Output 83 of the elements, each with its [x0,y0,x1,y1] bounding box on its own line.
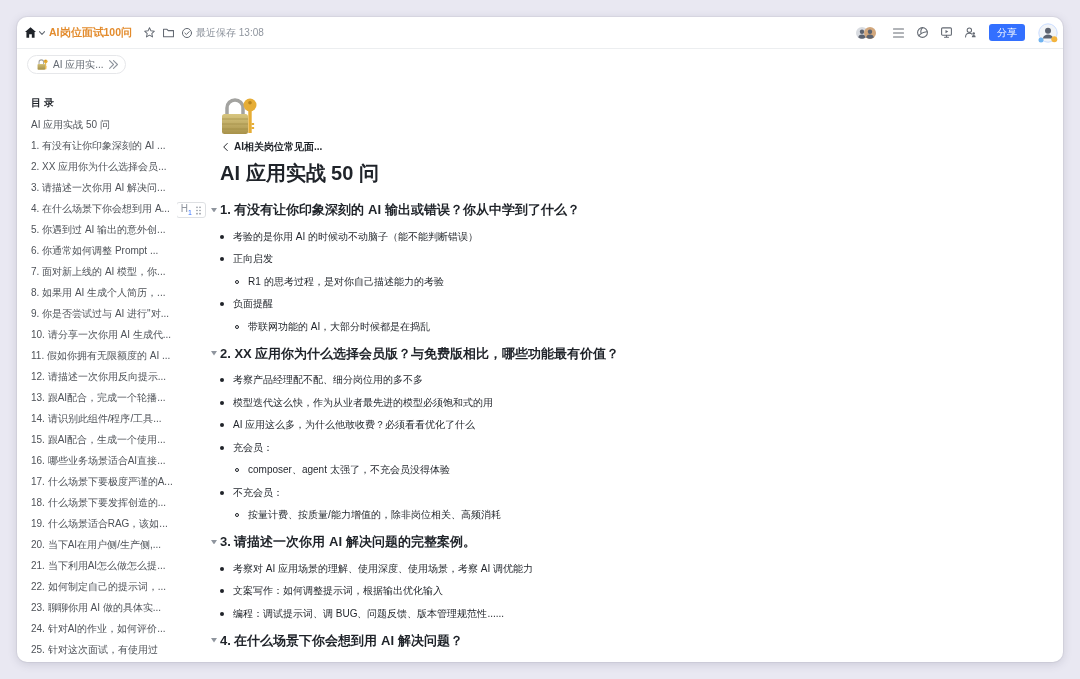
theme-icon[interactable] [917,27,928,38]
bullet-text: 按量计费、按质量/能力增值的，除非岗位相关、高频消耗 [248,508,501,523]
home-icon[interactable] [25,27,36,38]
bullet-text: 编程：调试提示词、调 BUG、问题反馈、版本管理规范性...... [233,606,505,621]
outline-item[interactable]: 20. 当下AI在用户侧/生产侧,... [27,534,166,555]
bullet-text: 考察产品经理配不配、细分岗位用的多不多 [233,373,423,388]
outline-item[interactable]: 3. 请描述一次你用 AI 解决问... [27,177,170,198]
section-heading: 4. 在什么场景下你会想到用 AI 解决问题？ [220,631,463,650]
bullet-icon [220,302,224,307]
section-heading: 2. XX 应用你为什么选择会员版？与免费版相比，哪些功能最有价值？ [220,344,620,363]
bullet-text: 带联网功能的 AI，大部分时候都是在捣乱 [248,319,431,334]
document-title: AI岗位面试100问 [49,25,133,40]
outline-item[interactable]: 22. 如何制定自己的提示词，... [27,576,170,597]
bullet-icon [220,589,224,594]
drag-dots-icon[interactable] [196,205,201,215]
bullet-text: 充会员： [233,440,273,455]
outline-item[interactable]: 11. 假如你拥有无限额度的 AI ... [27,345,175,366]
bullet-icon [220,445,224,450]
outline-item[interactable]: 18. 什么场景下要发挥创造的... [27,492,170,513]
page-tab[interactable]: AI 应用实... [27,55,126,74]
avatar-icon[interactable] [864,26,876,39]
section-heading: 3. 请描述一次你用 AI 解决问题的完整案例。 [220,533,476,551]
bullet-text: R1 的思考过程，是对你自己描述能力的考验 [248,274,444,289]
outline-item[interactable]: 6. 你通常如何调整 Prompt ... [27,240,163,261]
outline-item[interactable]: 4. 在什么场景下你会想到用 A... [27,198,174,219]
presentation-icon[interactable] [941,27,952,38]
section-heading: 1. 有没有让你印象深刻的 AI 输出或错误？你从中学到了什么？ [220,201,580,219]
outline-item[interactable]: 7. 面对新上线的 AI 模型，你... [27,261,170,282]
bullet-icon [220,234,224,239]
bullet-text: 考验的是你用 AI 的时候动不动脑子（能不能判断错误） [233,229,478,244]
bullet-icon [220,611,224,616]
bullet-text: 正向启发 [233,252,273,267]
user-avatar-icon[interactable] [1038,22,1058,43]
outline-item[interactable]: 24. 针对AI的作业，如何评价... [27,618,170,639]
bullet-text: AI 应用这么多，为什么他敢收费？必须看看优化了什么 [233,418,476,433]
double-chevron-icon[interactable] [108,60,118,69]
bullet-icon [220,378,224,383]
bullet-text: composer、agent 太强了，不充会员没得体验 [248,463,450,478]
outline-item[interactable]: 17. 什么场景下要极度严谨的A... [27,471,177,492]
star-icon[interactable] [144,27,156,38]
outline-item[interactable]: 15. 跟AI配合，生成一个使用... [27,429,170,450]
bullet-icon [220,490,224,495]
outline-item[interactable]: 9. 你是否尝试过与 AI 进行"对... [27,303,173,324]
caret-down-icon[interactable] [39,30,45,35]
outline-item[interactable]: 25. 针对这次面试，有使用过 [27,639,162,660]
check-circle-icon [182,27,193,38]
folder-icon[interactable] [163,27,175,38]
bullet-text: 文案写作：如何调整提示词，根据输出优化输入 [233,584,443,599]
bullet-icon [220,257,224,262]
outline-heading: 目 录 [31,96,54,110]
page-title: AI 应用实战 50 问 [220,161,379,186]
bullet-text: 负面提醒 [233,297,273,312]
outline-item[interactable]: 5. 你遇到过 AI 输出的意外创... [27,219,170,240]
block-type-handle[interactable]: H$_{1}$ [177,202,206,218]
bullet-text: 模型迭代这么快，作为从业者最先进的模型必须饱和式的用 [233,395,493,410]
outline-item[interactable]: 12. 请描述一次你用反向提示... [27,366,170,387]
outline-item[interactable]: 23. 聊聊你用 AI 做的具体实... [27,597,166,618]
outline-item[interactable]: 10. 请分享一次你用 AI 生成代... [27,324,176,345]
collapse-caret-icon[interactable] [211,539,217,545]
bullet-icon [220,566,224,571]
bullet-icon [220,423,224,428]
collapse-caret-icon[interactable] [211,207,217,213]
bullet-text: 不充会员： [233,485,283,500]
bullet-icon [220,400,224,405]
outline-item[interactable]: 2. XX 应用你为什么选择会员... [27,156,171,177]
chevron-left-icon[interactable] [223,143,228,151]
outline-item[interactable]: AI 应用实战 50 问 [27,114,114,135]
outline-item[interactable]: 13. 跟AI配合，完成一个轮播... [27,387,170,408]
parent-page-link[interactable]: AI相关岗位常见面... [223,140,323,154]
collapse-caret-icon[interactable] [211,638,217,643]
lock-with-key-icon [220,97,258,135]
share-button[interactable]: 分享 [989,24,1025,41]
save-status-text: 最近保存 13:08 [196,25,264,40]
collapse-caret-icon[interactable] [211,351,217,356]
people-icon[interactable] [965,27,976,38]
lock-with-key-icon [37,59,48,70]
outline-item[interactable]: 19. 什么场景适合RAG，该如... [27,513,172,534]
bullet-text: 考察对 AI 应用场景的理解、使用深度、使用场景，考察 AI 调优能力 [233,561,533,576]
outline-item[interactable]: 16. 哪些业务场景适合AI直接... [27,450,170,471]
outline-item[interactable]: 21. 当下利用AI怎么做怎么提... [27,555,170,576]
outline-item[interactable]: 8. 如果用 AI 生成个人简历，... [27,282,170,303]
outline-item[interactable]: 1. 有没有让你印象深刻的 AI ... [27,135,170,156]
outline-item[interactable]: 14. 请识别此组件/程序/工具... [27,408,166,429]
